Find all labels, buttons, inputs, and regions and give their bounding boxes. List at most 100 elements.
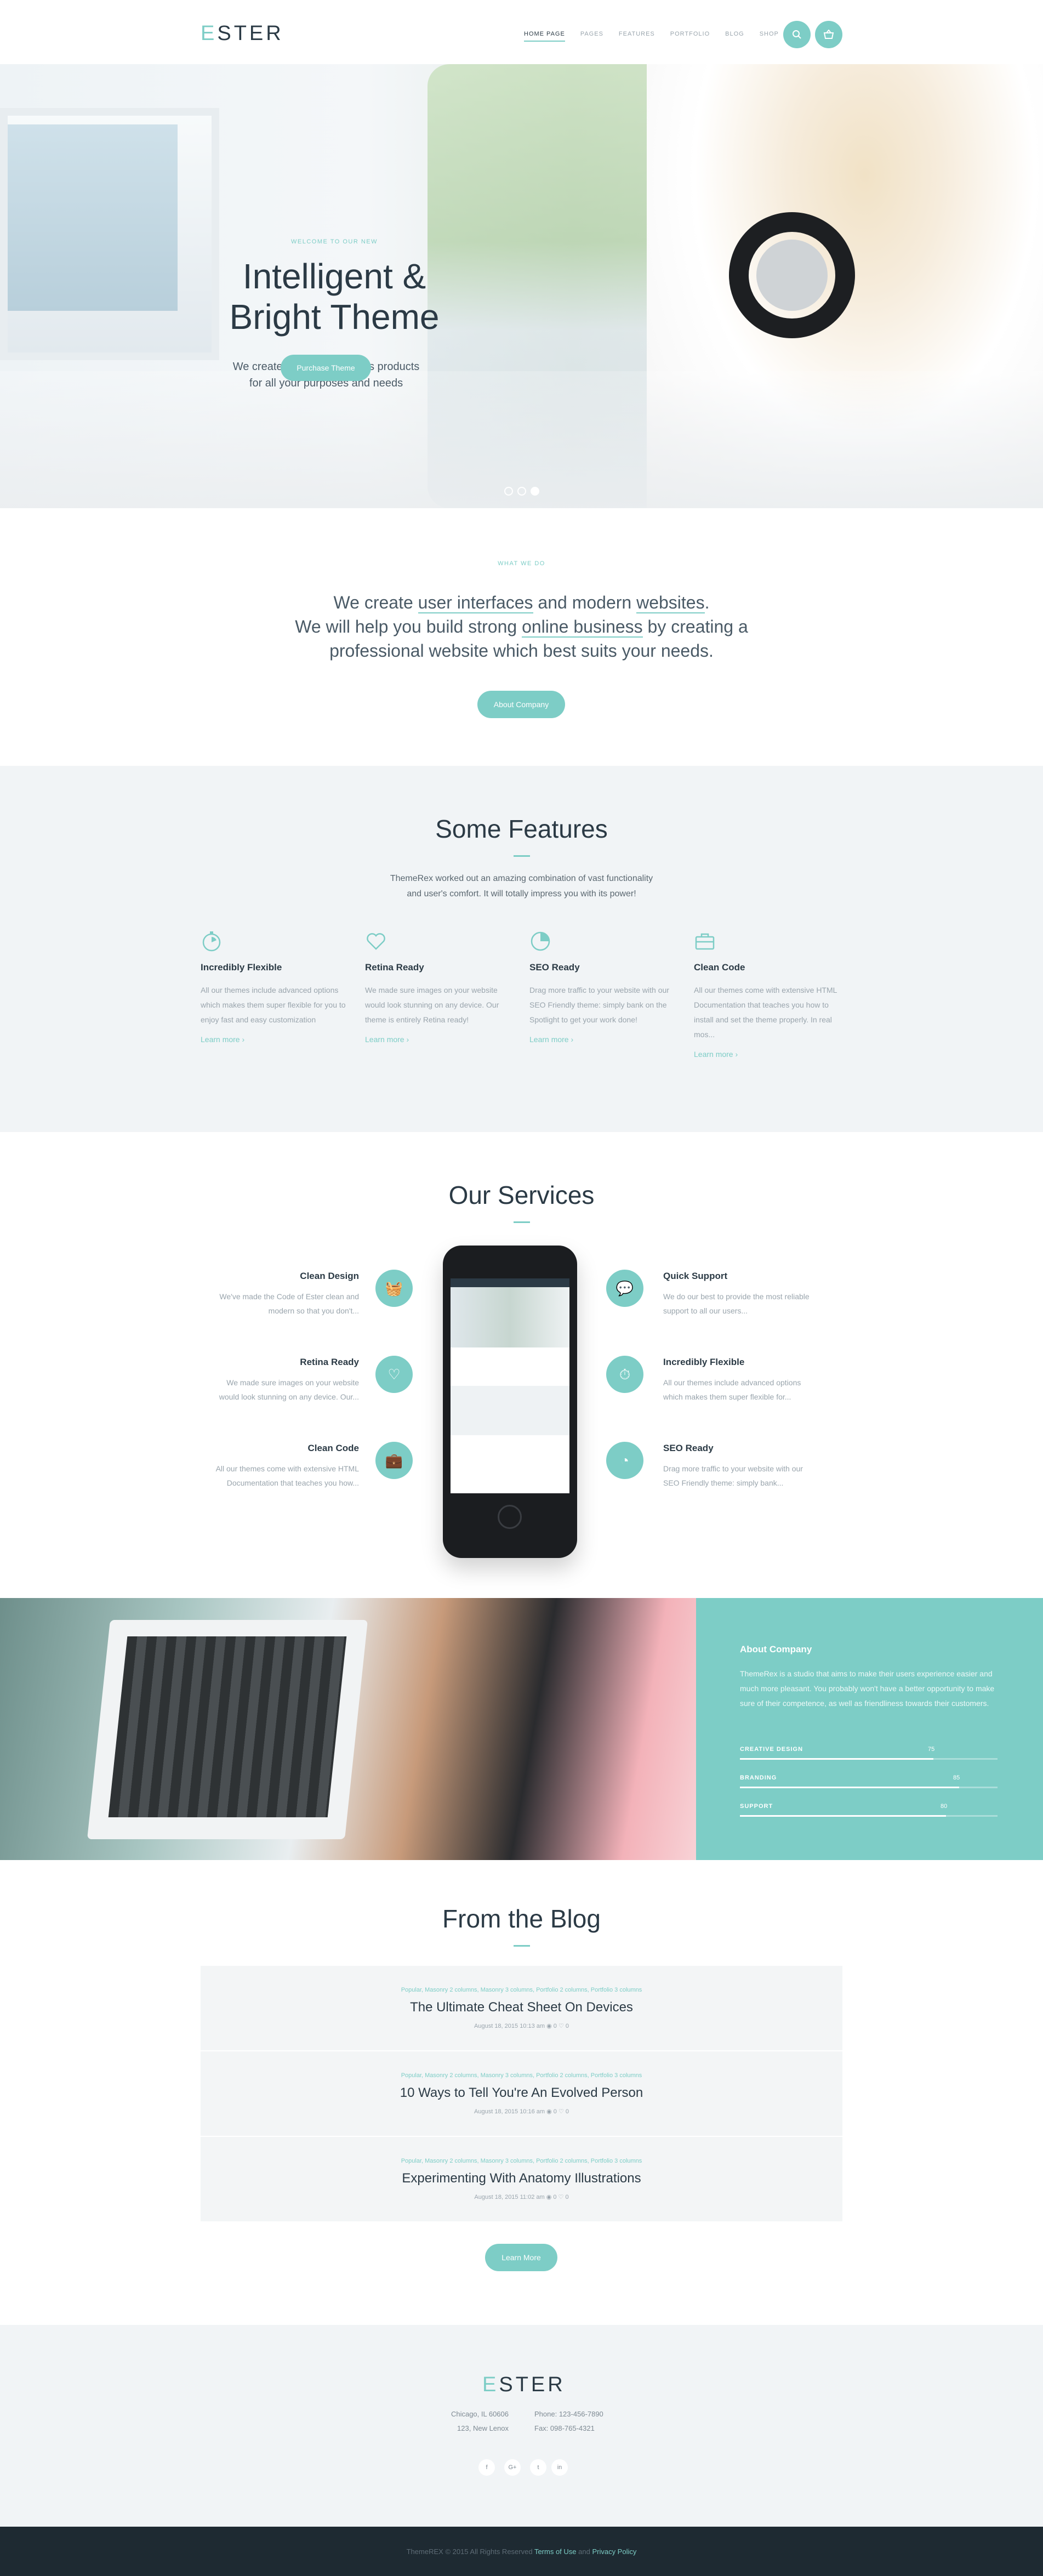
post-meta: August 18, 2015 11:02 am ◉ 0 ♡ 0 (474, 2194, 569, 2200)
about-company-button[interactable]: About Company (477, 691, 565, 718)
nav-shop[interactable]: SHOP (760, 31, 779, 42)
post-title[interactable]: The Ultimate Cheat Sheet On Devices (201, 2000, 842, 2015)
phone-screen-section (451, 1347, 569, 1386)
services-section: Our Services Clean Design We've made the… (0, 1132, 1043, 1598)
learn-more-link[interactable]: Learn more › (365, 1035, 513, 1044)
hero-kicker: WELCOME TO OUR NEW (291, 238, 378, 245)
hero-slider: WELCOME TO OUR NEW Intelligent & Bright … (0, 64, 1043, 508)
feature-text: We made sure images on your website woul… (365, 986, 499, 1024)
blog-title-divider (514, 1945, 530, 1947)
post-title[interactable]: 10 Ways to Tell You're An Evolved Person (201, 2085, 842, 2101)
nav-portfolio[interactable]: PORTFOLIO (670, 31, 710, 42)
phone-screen-features (451, 1386, 569, 1435)
lead-text: . (704, 593, 710, 612)
basket-icon (823, 29, 834, 39)
learn-more-link[interactable]: Learn more › (694, 1050, 842, 1059)
features-subtitle-line1: ThemeRex worked out an amazing combinati… (390, 874, 653, 883)
learn-more-link[interactable]: Learn more › (529, 1035, 677, 1044)
lead-highlight-user-interfaces: user interfaces (418, 593, 533, 613)
service-title: Retina Ready (300, 1357, 359, 1367)
main-nav: HOME PAGE PAGES FEATURES PORTFOLIO BLOG … (524, 31, 794, 42)
copyright-bar: ThemeREX © 2015 All Rights Reserved Term… (0, 2527, 1043, 2576)
search-button[interactable] (783, 21, 811, 48)
feature-text: Drag more traffic to your website with o… (529, 986, 669, 1024)
phone-screen-header (451, 1278, 569, 1287)
lead-highlight-online-business: online business (522, 617, 643, 638)
service-item: Incredibly Flexible All our themes inclu… (663, 1357, 817, 1404)
service-text: We made sure images on your website woul… (219, 1378, 359, 1401)
slider-dot-2[interactable] (517, 487, 526, 496)
heart-icon (365, 930, 513, 954)
skill-track (740, 1815, 998, 1817)
nav-home-page[interactable]: HOME PAGE (524, 31, 565, 42)
blog-post[interactable]: Popular, Masonry 2 columns, Masonry 3 co… (201, 2137, 842, 2222)
service-item: Retina Ready We made sure images on your… (206, 1357, 359, 1404)
heart-icon: ♡ (375, 1356, 413, 1393)
skill-track (740, 1758, 998, 1760)
logo[interactable]: ESTER (201, 22, 284, 46)
post-meta: August 18, 2015 10:16 am ◉ 0 ♡ 0 (474, 2108, 569, 2115)
post-categories[interactable]: Popular, Masonry 2 columns, Masonry 3 co… (201, 1987, 842, 1993)
features-title: Some Features (435, 815, 608, 843)
slider-dots (504, 487, 539, 496)
lead-text: and modern (533, 593, 637, 612)
skill-value: 80 (941, 1803, 948, 1810)
services-title-divider (514, 1221, 530, 1223)
blog-post[interactable]: Popular, Masonry 2 columns, Masonry 3 co… (201, 1966, 842, 2051)
search-icon (793, 30, 801, 39)
feature-title: Clean Code (694, 962, 745, 973)
feature-title: Retina Ready (365, 962, 424, 973)
service-title: SEO Ready (663, 1443, 714, 1453)
nav-blog[interactable]: BLOG (725, 31, 744, 42)
footer-logo[interactable]: ESTER (482, 2373, 566, 2397)
blog-post[interactable]: Popular, Masonry 2 columns, Masonry 3 co… (201, 2051, 842, 2137)
skill-track (740, 1787, 998, 1788)
footer-contacts: Phone: 123-456-7890 Fax: 098-765-4321 (534, 2407, 603, 2436)
hero-title-line2: Bright Theme (229, 297, 440, 337)
service-item: Clean Code All our themes come with exte… (206, 1443, 359, 1490)
service-item: SEO Ready Drag more traffic to your webs… (663, 1443, 817, 1490)
lead-line-3: professional website which best suits yo… (329, 641, 714, 661)
phone-home-button (498, 1505, 522, 1529)
features-subtitle: ThemeRex worked out an amazing combinati… (0, 871, 1043, 902)
service-title: Quick Support (663, 1271, 728, 1281)
privacy-policy-link[interactable]: Privacy Policy (592, 2547, 636, 2556)
skill-value: 85 (953, 1775, 960, 1781)
about-panel: About Company ThemeRex is a studio that … (696, 1598, 1043, 1860)
service-title: Clean Code (307, 1443, 359, 1453)
blog-title: From the Blog (442, 1904, 601, 1933)
features-section: Some Features ThemeRex worked out an ama… (0, 766, 1043, 1132)
purchase-theme-button[interactable]: Purchase Theme (281, 355, 371, 381)
nav-features[interactable]: FEATURES (619, 31, 655, 42)
cart-button[interactable] (815, 21, 842, 48)
service-text: We do our best to provide the most relia… (663, 1292, 810, 1315)
headphones-inner (756, 240, 828, 311)
learn-more-link[interactable]: Learn more › (201, 1035, 349, 1044)
address-line2: 123, New Lenox (457, 2424, 509, 2432)
features-title-divider (514, 855, 530, 857)
service-text: We've made the Code of Ester clean and m… (219, 1292, 359, 1315)
post-categories[interactable]: Popular, Masonry 2 columns, Masonry 3 co… (201, 2158, 842, 2164)
slider-dot-3[interactable] (531, 487, 539, 496)
linkedin-icon[interactable]: in (551, 2459, 568, 2476)
facebook-icon[interactable]: f (478, 2459, 495, 2476)
feature-title: Incredibly Flexible (201, 962, 282, 973)
timer-icon (201, 930, 349, 954)
copyright-text: ThemeREX © 2015 All Rights Reserved Term… (0, 2547, 1043, 2556)
terms-of-use-link[interactable]: Terms of Use (534, 2547, 577, 2556)
post-categories[interactable]: Popular, Masonry 2 columns, Masonry 3 co… (201, 2072, 842, 2079)
skill-bar: SUPPORT 80 (740, 1803, 998, 1817)
timer-icon: ⏱ (606, 1356, 643, 1393)
address-line1: Chicago, IL 60606 (451, 2410, 509, 2418)
skill-bar: CREATIVE DESIGN 75 (740, 1746, 998, 1760)
lead-text: We will help you build strong (295, 617, 522, 636)
feature-text: All our themes include advanced options … (201, 986, 346, 1024)
nav-pages[interactable]: PAGES (580, 31, 603, 42)
google-plus-icon[interactable]: G+ (504, 2459, 521, 2476)
learn-more-button[interactable]: Learn More (485, 2244, 557, 2271)
slider-dot-1[interactable] (504, 487, 513, 496)
about-section: About Company ThemeRex is a studio that … (0, 1598, 1043, 1860)
footer-address: Chicago, IL 60606 123, New Lenox (448, 2407, 509, 2436)
twitter-icon[interactable]: t (530, 2459, 546, 2476)
post-title[interactable]: Experimenting With Anatomy Illustrations (201, 2171, 842, 2186)
